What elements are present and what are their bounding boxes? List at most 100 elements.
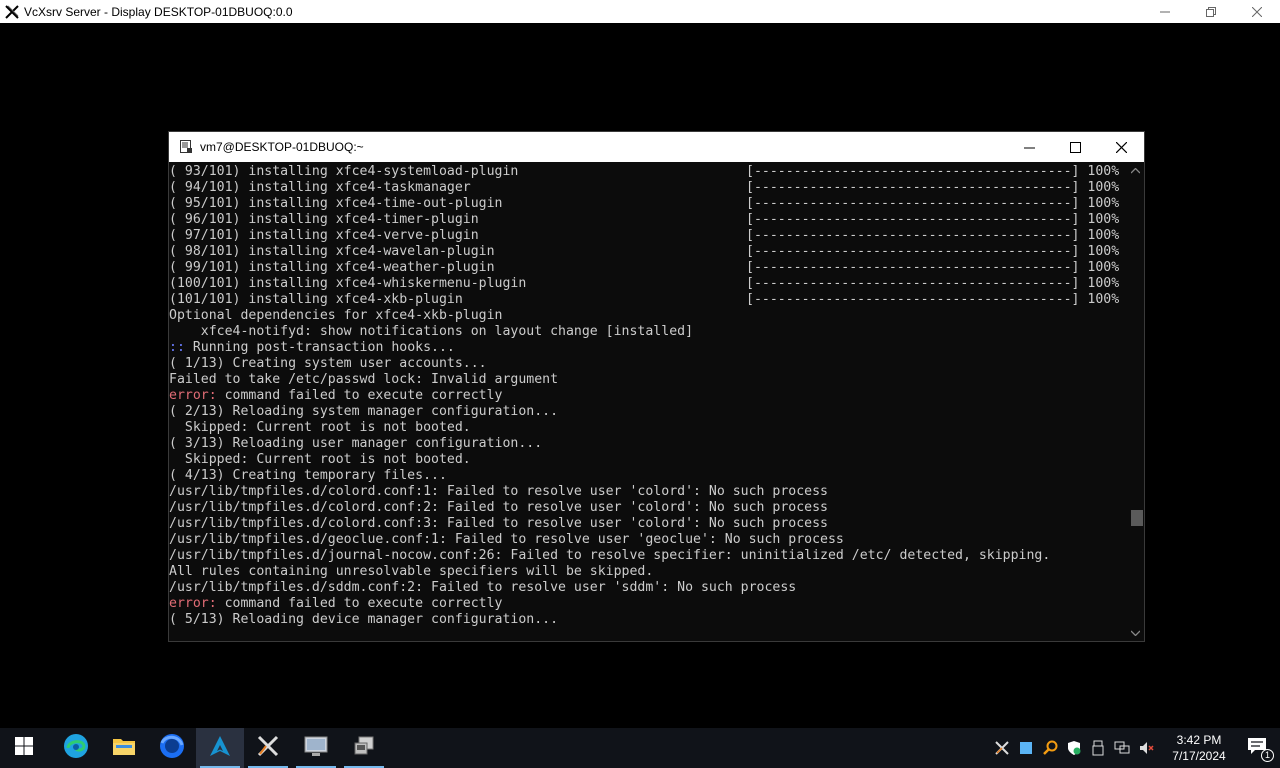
scroll-down-icon[interactable] — [1127, 624, 1144, 641]
terminal-line: :: Running post-transaction hooks... — [169, 340, 1127, 356]
terminal-line: Optional dependencies for xfce4-xkb-plug… — [169, 308, 1127, 324]
terminal-line-text: /usr/lib/tmpfiles.d/journal-nocow.conf:2… — [169, 548, 1051, 563]
taskbar-file-explorer[interactable] — [100, 728, 148, 768]
clock-time: 3:42 PM — [1176, 733, 1222, 747]
terminal-line-text: Skipped: Current root is not booted. — [169, 452, 471, 467]
taskbar-xlaunch[interactable] — [244, 728, 292, 768]
terminal-line-text: /usr/lib/tmpfiles.d/sddm.conf:2: Failed … — [169, 580, 797, 595]
terminal-line: (100/101) installing xfce4-whiskermenu-p… — [169, 276, 1127, 292]
terminal-line-text: command failed to execute correctly — [216, 388, 503, 403]
system-tray: 3:42 PM 7/17/2024 1 — [990, 728, 1280, 768]
terminal-line-text: ( 95/101) installing xfce4-time-out-plug… — [169, 196, 503, 211]
arch-icon — [209, 735, 231, 762]
terminal-scrollbar[interactable] — [1127, 162, 1144, 641]
terminal-line: Failed to take /etc/passwd lock: Invalid… — [169, 372, 1127, 388]
taskbar-arch[interactable] — [196, 728, 244, 768]
volume-muted-icon[interactable] — [1134, 728, 1158, 768]
progress-bar-text: [---------------------------------------… — [746, 292, 1120, 307]
terminal-line-text: ( 2/13) Reloading system manager configu… — [169, 404, 559, 419]
terminal-line: error: command failed to execute correct… — [169, 388, 1127, 404]
terminal-line-text: /usr/lib/tmpfiles.d/colord.conf:3: Faile… — [169, 516, 828, 531]
xlaunch-tray-icon[interactable] — [990, 728, 1014, 768]
shield-icon[interactable] — [1062, 728, 1086, 768]
terminal-line-text: ( 3/13) Reloading user manager configura… — [169, 436, 543, 451]
terminal-line: ( 96/101) installing xfce4-timer-plugin [… — [169, 212, 1127, 228]
terminal-line: ( 1/13) Creating system user accounts... — [169, 356, 1127, 372]
vcxsrv-x-icon — [4, 4, 20, 20]
terminal-line: /usr/lib/tmpfiles.d/geoclue.conf:1: Fail… — [169, 532, 1127, 548]
close-icon[interactable] — [1098, 132, 1144, 162]
terminal-icon — [178, 139, 194, 155]
terminal-line-text: /usr/lib/tmpfiles.d/colord.conf:1: Faile… — [169, 484, 828, 499]
terminal-line-text: All rules containing unresolvable specif… — [169, 564, 654, 579]
square-tray-icon[interactable] — [1014, 728, 1038, 768]
scroll-up-icon[interactable] — [1127, 162, 1144, 179]
folder-icon — [112, 736, 136, 761]
usb-icon[interactable] — [1086, 728, 1110, 768]
xlaunch-icon — [256, 734, 280, 763]
scrollbar-thumb[interactable] — [1131, 510, 1143, 526]
terminal-titlebar[interactable]: vm7@DESKTOP-01DBUOQ:~ — [169, 132, 1144, 162]
terminal-line-text: ( 97/101) installing xfce4-verve-plugin — [169, 228, 479, 243]
terminal-line: (101/101) installing xfce4-xkb-plugin [--… — [169, 292, 1127, 308]
terminal-line-text: Running post-transaction hooks... — [184, 340, 455, 355]
progress-bar-text: [---------------------------------------… — [746, 180, 1120, 195]
terminal-line-text: ( 1/13) Creating system user accounts... — [169, 356, 487, 371]
terminal-line-text: xfce4-notifyd: show notifications on lay… — [169, 324, 694, 339]
terminal-line-text: Skipped: Current root is not booted. — [169, 420, 471, 435]
progress-bar-text: [---------------------------------------… — [746, 260, 1120, 275]
terminal-line: ( 93/101) installing xfce4-systemload-pl… — [169, 164, 1127, 180]
clock[interactable]: 3:42 PM 7/17/2024 — [1164, 732, 1234, 764]
terminal-title: vm7@DESKTOP-01DBUOQ:~ — [200, 140, 364, 154]
terminal-output[interactable]: ( 93/101) installing xfce4-systemload-pl… — [169, 162, 1127, 641]
terminal-window-controls — [1006, 132, 1144, 162]
terminal-line-text: ( 5/13) Reloading device manager configu… — [169, 612, 559, 627]
terminal-line-text: ( 93/101) installing xfce4-systemload-pl… — [169, 164, 519, 179]
terminal-line: error: command failed to execute correct… — [169, 596, 1127, 612]
taskbar-app[interactable] — [340, 728, 388, 768]
minimize-icon[interactable] — [1142, 0, 1188, 23]
terminal-line: /usr/lib/tmpfiles.d/colord.conf:1: Faile… — [169, 484, 1127, 500]
terminal-line-text: ( 99/101) installing xfce4-weather-plugi… — [169, 260, 495, 275]
network-icon[interactable] — [1110, 728, 1134, 768]
taskbar: 3:42 PM 7/17/2024 1 — [0, 728, 1280, 768]
minimize-icon[interactable] — [1006, 132, 1052, 162]
terminal-line: ( 5/13) Reloading device manager configu… — [169, 612, 1127, 628]
notification-center-button[interactable]: 1 — [1234, 728, 1280, 768]
terminal-line-text: /usr/lib/tmpfiles.d/colord.conf:2: Faile… — [169, 500, 828, 515]
terminal-line: xfce4-notifyd: show notifications on lay… — [169, 324, 1127, 340]
terminal-line: ( 95/101) installing xfce4-time-out-plug… — [169, 196, 1127, 212]
outer-titlebar: VcXsrv Server - Display DESKTOP-01DBUOQ:… — [0, 0, 1280, 23]
terminal-line: ( 94/101) installing xfce4-taskmanager [-… — [169, 180, 1127, 196]
terminal-line: ( 99/101) installing xfce4-weather-plugi… — [169, 260, 1127, 276]
progress-bar-text: [---------------------------------------… — [746, 244, 1120, 259]
terminal-line: All rules containing unresolvable specif… — [169, 564, 1127, 580]
outer-window-title: VcXsrv Server - Display DESKTOP-01DBUOQ:… — [24, 4, 293, 19]
close-icon[interactable] — [1234, 0, 1280, 23]
progress-bar-text: [---------------------------------------… — [746, 164, 1120, 179]
taskbar-firefox[interactable] — [148, 728, 196, 768]
terminal-line: ( 97/101) installing xfce4-verve-plugin [… — [169, 228, 1127, 244]
terminal-line: ( 4/13) Creating temporary files... — [169, 468, 1127, 484]
taskbar-vcxsrv[interactable] — [292, 728, 340, 768]
terminal-line-text: ( 96/101) installing xfce4-timer-plugin — [169, 212, 479, 227]
taskbar-edge[interactable] — [52, 728, 100, 768]
error-prefix: error: — [169, 596, 217, 611]
edge-icon — [63, 733, 89, 764]
terminal-line-text: ( 94/101) installing xfce4-taskmanager — [169, 180, 471, 195]
outer-window-controls — [1142, 0, 1280, 23]
progress-bar-text: [---------------------------------------… — [746, 228, 1120, 243]
terminal-line: Skipped: Current root is not booted. — [169, 452, 1127, 468]
terminal-line-text: ( 98/101) installing xfce4-wavelan-plugi… — [169, 244, 495, 259]
progress-bar-text: [---------------------------------------… — [746, 196, 1120, 211]
terminal-line: /usr/lib/tmpfiles.d/colord.conf:2: Faile… — [169, 500, 1127, 516]
search-tray-icon[interactable] — [1038, 728, 1062, 768]
terminal-line-text: Optional dependencies for xfce4-xkb-plug… — [169, 308, 503, 323]
terminal-line-text: ( 4/13) Creating temporary files... — [169, 468, 447, 483]
start-button[interactable] — [0, 728, 48, 768]
terminal-line-text: (100/101) installing xfce4-whiskermenu-p… — [169, 276, 527, 291]
restore-icon[interactable] — [1188, 0, 1234, 23]
firefox-icon — [159, 733, 185, 764]
terminal-line-text: Failed to take /etc/passwd lock: Invalid… — [169, 372, 559, 387]
maximize-icon[interactable] — [1052, 132, 1098, 162]
